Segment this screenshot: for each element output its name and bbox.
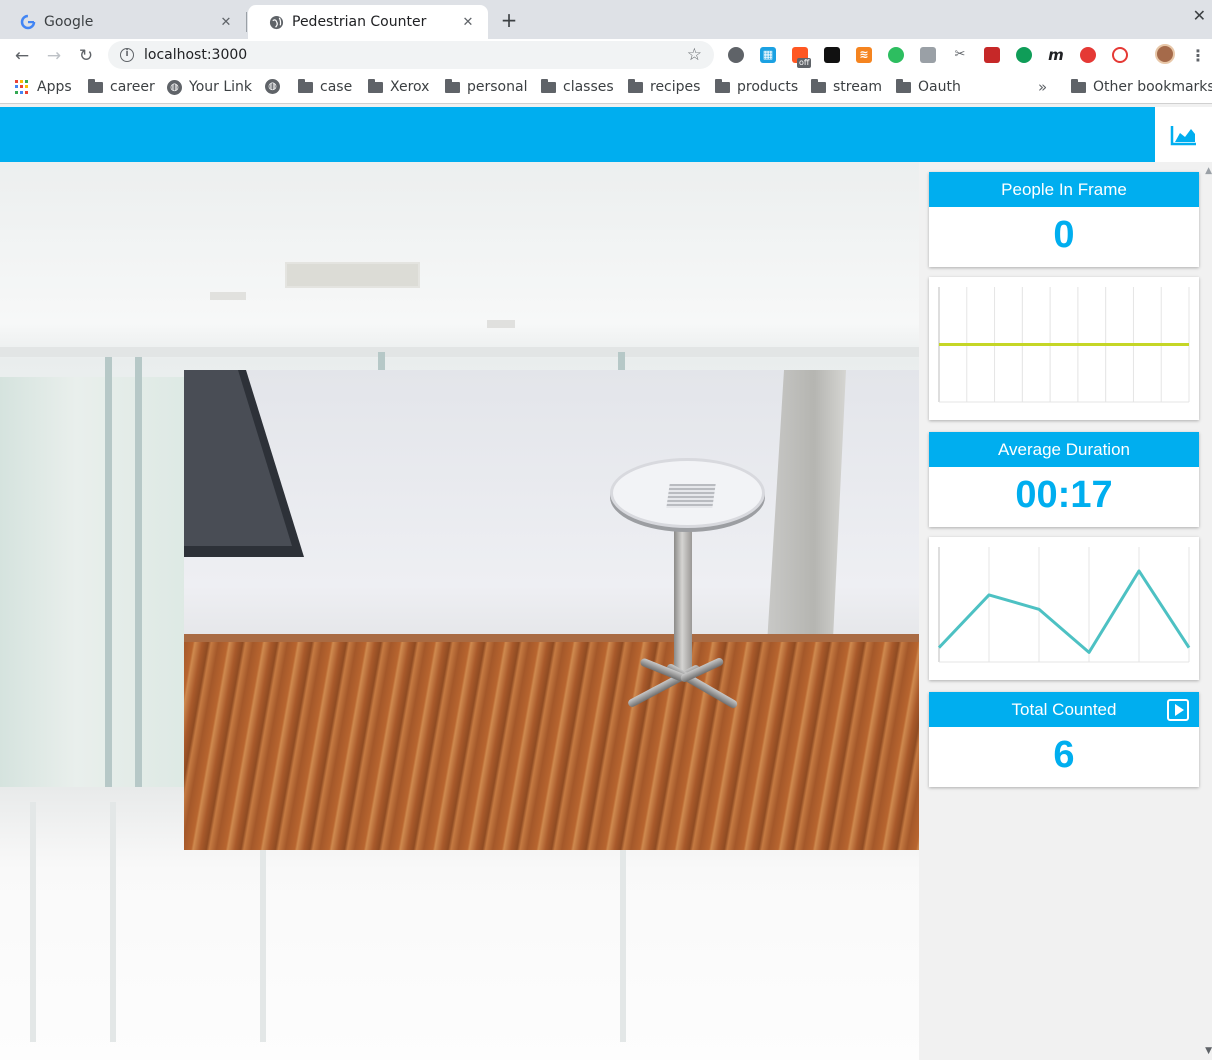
globe-favicon-icon [268, 14, 284, 30]
folder-icon [715, 78, 730, 93]
site-info-icon[interactable]: i [120, 48, 134, 62]
profile-avatar[interactable] [1155, 44, 1175, 64]
address-bar[interactable]: i localhost:3000 ☆ [108, 41, 714, 69]
forward-arrow-icon[interactable]: → [42, 44, 66, 68]
average-duration-value: 00:17 [1015, 474, 1113, 516]
area-chart-icon [1170, 125, 1196, 145]
bookmark-personal[interactable]: personal [445, 78, 528, 95]
bookmark-case[interactable]: case [298, 78, 353, 95]
close-tab-icon[interactable]: ✕ [218, 15, 234, 30]
average-duration-label: Average Duration [929, 432, 1199, 467]
camera-icon[interactable] [920, 47, 936, 63]
people-chart-card [929, 277, 1199, 420]
new-tab-button[interactable]: + [498, 9, 520, 31]
more-vert-icon[interactable]: ⋮ [1190, 46, 1206, 65]
bookmark-label: personal [467, 79, 528, 95]
bookmark-globe[interactable]: ◍ [265, 79, 287, 94]
apps-grid-icon [15, 79, 30, 95]
bookmark-xerox[interactable]: Xerox [368, 78, 430, 95]
tab-google[interactable]: Google ✕ [0, 5, 246, 39]
chart-series-line [937, 569, 1191, 654]
total-counted-header: Total Counted [929, 692, 1199, 727]
bookmark-other[interactable]: Other bookmarks [1071, 78, 1212, 95]
window-close-icon[interactable]: ✕ [1193, 6, 1206, 25]
bookmark-label: Other bookmarks [1093, 79, 1212, 95]
scroll-down-arrow-icon[interactable]: ▼ [1205, 1046, 1212, 1056]
total-counted-value: 6 [1053, 734, 1075, 776]
bookmark-label: case [320, 79, 353, 95]
people-in-frame-label: People In Frame [929, 172, 1199, 207]
chat-bubble-icon[interactable] [1016, 47, 1032, 63]
evernote-icon[interactable] [888, 47, 904, 63]
bookmark-label: career [110, 79, 155, 95]
average-duration-chart [937, 547, 1191, 663]
bookmarks-bar: Apps career ◍ Your Link ◍ case Xerox per… [0, 72, 1212, 104]
folder-icon [368, 78, 383, 93]
url-text: localhost:3000 [144, 47, 248, 63]
app-header-bar [0, 107, 1155, 162]
bookmark-label: classes [563, 79, 614, 95]
average-duration-card: Average Duration 00:17 [929, 432, 1199, 527]
bookmark-label: Your Link [189, 79, 253, 95]
browser-toolbar: ← → ↻ i localhost:3000 ☆ ▦ off ≋ ✂ m ⋮ [0, 39, 1212, 72]
people-in-frame-value: 0 [1053, 214, 1075, 256]
camera-video-feed [184, 370, 919, 850]
globe-icon: ◍ [167, 79, 182, 95]
bookmark-your-link[interactable]: ◍ Your Link [167, 79, 252, 95]
close-tab-icon[interactable]: ✕ [460, 15, 476, 30]
bookmark-label: Xerox [390, 79, 430, 95]
bookmark-label: products [737, 79, 799, 95]
bookmark-label: Oauth [918, 79, 961, 95]
folder-icon [628, 78, 643, 93]
tools-icon[interactable]: ✂ [952, 47, 968, 63]
people-in-frame-chart [938, 287, 1190, 403]
folder-icon [88, 78, 103, 93]
tab-pedestrian-counter[interactable]: Pedestrian Counter ✕ [248, 5, 488, 39]
people-in-frame-card: People In Frame 0 [929, 172, 1199, 267]
bookmark-recipes[interactable]: recipes [628, 78, 701, 95]
rss-icon[interactable]: ≋ [856, 47, 872, 63]
folder-icon [811, 78, 826, 93]
extension-circle-icon[interactable] [728, 47, 744, 63]
browser-tab-strip: Google ✕ Pedestrian Counter ✕ + ✕ [0, 0, 1212, 39]
bookmark-career[interactable]: career [88, 78, 155, 95]
extension-grid-icon[interactable]: ▦ [760, 47, 776, 63]
bookmark-label: recipes [650, 79, 701, 95]
bookmark-products[interactable]: products [715, 78, 799, 95]
stats-toggle-button[interactable] [1155, 107, 1212, 162]
bookmark-label: Apps [37, 79, 72, 95]
folder-icon [896, 78, 911, 93]
bookmark-stream[interactable]: stream [811, 78, 883, 95]
folder-icon [298, 78, 313, 93]
scroll-up-arrow-icon[interactable]: ▲ [1205, 166, 1212, 176]
google-favicon-icon [20, 14, 36, 30]
more-bookmarks-chevron[interactable]: » [1038, 78, 1047, 96]
bookmark-classes[interactable]: classes [541, 78, 614, 95]
bookmark-oauth[interactable]: Oauth [896, 78, 961, 95]
folder-icon [445, 78, 460, 93]
total-counted-card: Total Counted 6 [929, 692, 1199, 787]
reload-icon[interactable]: ↻ [74, 44, 98, 68]
bookmark-apps[interactable]: Apps [15, 79, 72, 95]
tab-title: Google [44, 14, 94, 30]
extension-red-icon[interactable] [984, 47, 1000, 63]
folder-icon [1071, 78, 1086, 93]
globe-icon: ◍ [265, 79, 280, 94]
back-arrow-icon[interactable]: ← [10, 44, 34, 68]
tab-title: Pedestrian Counter [292, 14, 427, 30]
extension-badge: off [797, 58, 812, 68]
total-counted-label: Total Counted [1011, 700, 1117, 719]
stats-sidebar: People In Frame 0 Average Duration 00:17… [919, 162, 1212, 1060]
duration-chart-card [929, 537, 1199, 680]
extension-refresh-icon[interactable] [1080, 47, 1096, 63]
tab-separator [246, 12, 247, 32]
bookmark-star-icon[interactable]: ☆ [687, 45, 702, 65]
bookmark-label: stream [833, 79, 883, 95]
lastpass-icon[interactable] [1112, 47, 1128, 63]
extension-tampermonkey-icon[interactable] [824, 47, 840, 63]
folder-icon [541, 78, 556, 93]
play-icon[interactable] [1167, 699, 1189, 721]
extension-m-icon[interactable]: m [1048, 47, 1064, 63]
